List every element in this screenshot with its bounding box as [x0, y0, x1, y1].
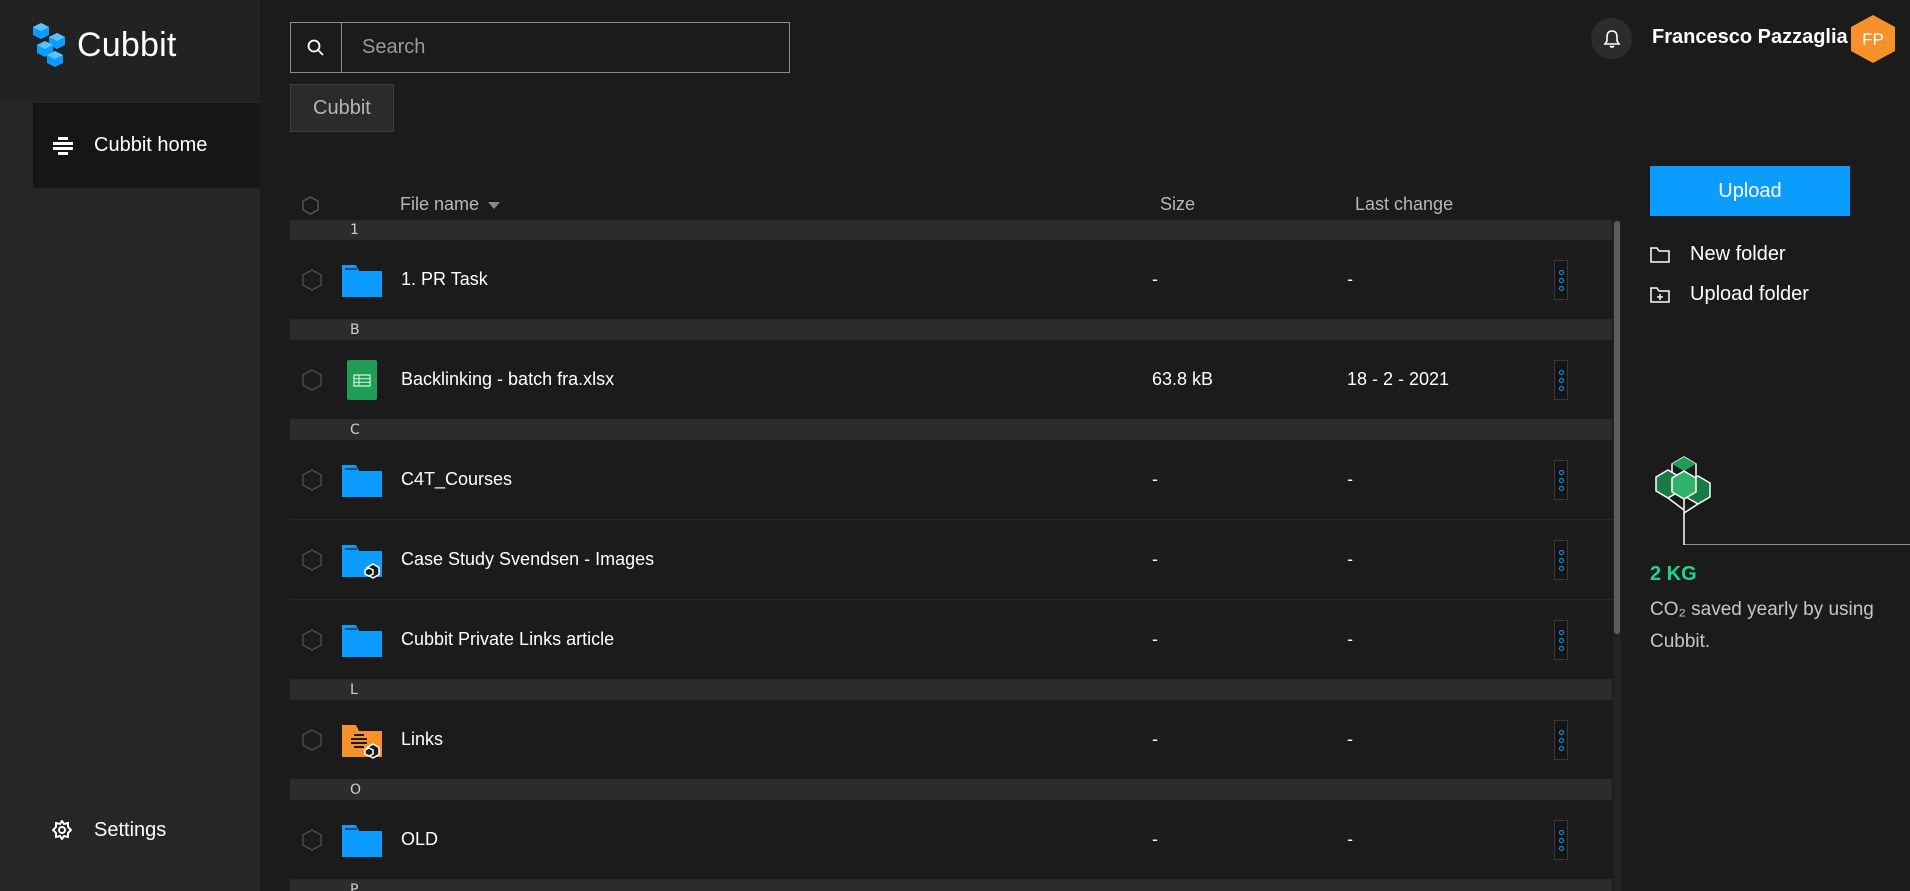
more-options-button[interactable]: [1554, 820, 1568, 860]
logo-text: Cubbit: [77, 25, 177, 64]
sidebar-item-label: Cubbit home: [94, 134, 208, 156]
folder-icon: [342, 265, 382, 297]
table-row[interactable]: Case Study Svendsen - Images - -: [290, 520, 1612, 600]
row-checkbox[interactable]: [301, 729, 323, 751]
folder-icon: [342, 625, 382, 657]
avatar-initials: FP: [1862, 30, 1884, 49]
file-name[interactable]: Cubbit Private Links article: [401, 629, 614, 650]
more-options-button[interactable]: [1554, 260, 1568, 300]
file-name[interactable]: OLD: [401, 829, 438, 850]
scrollbar-thumb[interactable]: [1614, 221, 1620, 634]
folder-icon: [342, 465, 382, 497]
row-checkbox[interactable]: [301, 369, 323, 391]
file-size: -: [1152, 629, 1158, 649]
file-size: -: [1152, 269, 1158, 289]
user-name[interactable]: Francesco Pazzaglia: [1652, 26, 1848, 49]
avatar[interactable]: FP: [1850, 14, 1896, 64]
file-last-change: -: [1347, 549, 1353, 569]
file-list: 1 1. PR Task - - B Backlinking - batch f…: [290, 220, 1612, 891]
group-header: O: [290, 780, 1612, 800]
file-last-change: -: [1347, 829, 1353, 849]
group-header: 1: [290, 220, 1612, 240]
cubbit-home-icon: [53, 136, 73, 155]
folder-icon: [342, 825, 382, 857]
row-checkbox[interactable]: [301, 549, 323, 571]
sidebar-item-settings[interactable]: Settings: [33, 800, 260, 860]
breadcrumb[interactable]: Cubbit: [290, 84, 394, 132]
select-all-checkbox[interactable]: [301, 196, 320, 215]
spreadsheet-icon: [347, 360, 377, 400]
avatar-hexagon: FP: [1851, 15, 1895, 63]
folder-outline-icon: [1650, 246, 1670, 263]
group-header: C: [290, 420, 1612, 440]
tree-icon: [1655, 456, 1910, 545]
sidebar-item-cubbit-home[interactable]: Cubbit home: [33, 103, 260, 188]
file-size: -: [1152, 729, 1158, 749]
table-header: File name Size Last change: [290, 190, 1612, 220]
sort-down-icon[interactable]: [488, 202, 500, 210]
file-last-change: -: [1347, 269, 1353, 289]
row-checkbox[interactable]: [301, 629, 323, 651]
more-options-button[interactable]: [1554, 620, 1568, 660]
file-last-change: -: [1347, 629, 1353, 649]
column-header-size[interactable]: Size: [1160, 194, 1195, 215]
column-header-last-change[interactable]: Last change: [1355, 194, 1453, 215]
sidebar: Cubbit Cubbit home Settings: [0, 0, 260, 891]
file-size: -: [1152, 469, 1158, 489]
column-header-name[interactable]: File name: [400, 194, 479, 215]
file-size: 63.8 kB: [1152, 369, 1214, 389]
row-checkbox[interactable]: [301, 269, 323, 291]
more-options-button[interactable]: [1554, 720, 1568, 760]
new-folder-button[interactable]: New folder: [1650, 243, 1786, 266]
file-size: -: [1152, 829, 1158, 849]
shared-folder-icon: [342, 545, 382, 579]
file-name[interactable]: Links: [401, 729, 443, 750]
table-row[interactable]: C4T_Courses - -: [290, 440, 1612, 520]
table-row[interactable]: 1. PR Task - -: [290, 240, 1612, 320]
row-checkbox[interactable]: [301, 829, 323, 851]
group-header: B: [290, 320, 1612, 340]
file-last-change: -: [1347, 729, 1353, 749]
new-folder-label: New folder: [1690, 243, 1786, 265]
sidebar-item-label: Settings: [94, 818, 167, 841]
table-row[interactable]: Links - -: [290, 700, 1612, 780]
file-name[interactable]: 1. PR Task: [401, 269, 488, 290]
file-last-change: 18 - 2 - 2021: [1347, 369, 1450, 389]
more-options-button[interactable]: [1554, 360, 1568, 400]
file-last-change: -: [1347, 469, 1353, 489]
gear-icon: [52, 820, 72, 840]
cubbit-logo-icon: [33, 23, 65, 67]
folder-plus-icon: [1650, 286, 1670, 303]
search-bar: [290, 22, 790, 73]
cubbit-logo[interactable]: Cubbit: [31, 21, 176, 69]
upload-folder-label: Upload folder: [1690, 283, 1809, 305]
co2-amount: 2 KG: [1650, 563, 1697, 585]
row-checkbox[interactable]: [301, 469, 323, 491]
file-name[interactable]: Case Study Svendsen - Images: [401, 549, 654, 570]
table-row[interactable]: Backlinking - batch fra.xlsx 63.8 kB 18 …: [290, 340, 1612, 420]
file-size: -: [1152, 549, 1158, 569]
search-input[interactable]: [342, 23, 789, 72]
file-name[interactable]: C4T_Courses: [401, 469, 512, 490]
more-options-button[interactable]: [1554, 460, 1568, 500]
more-options-button[interactable]: [1554, 540, 1568, 580]
group-header: P: [290, 880, 1612, 891]
group-header: L: [290, 680, 1612, 700]
search-button[interactable]: [291, 23, 342, 72]
orange-shared-folder-icon: [342, 725, 382, 759]
table-row[interactable]: Cubbit Private Links article - -: [290, 600, 1612, 680]
upload-button[interactable]: Upload: [1650, 166, 1850, 216]
bell-icon: [1603, 29, 1620, 48]
file-name[interactable]: Backlinking - batch fra.xlsx: [401, 369, 614, 390]
co2-description: CO₂ saved yearly by using Cubbit.: [1650, 599, 1874, 652]
search-icon: [307, 39, 324, 56]
upload-folder-button[interactable]: Upload folder: [1650, 283, 1809, 306]
table-row[interactable]: OLD - -: [290, 800, 1612, 880]
breadcrumb-item: Cubbit: [313, 96, 371, 119]
notifications-button[interactable]: [1591, 18, 1632, 59]
